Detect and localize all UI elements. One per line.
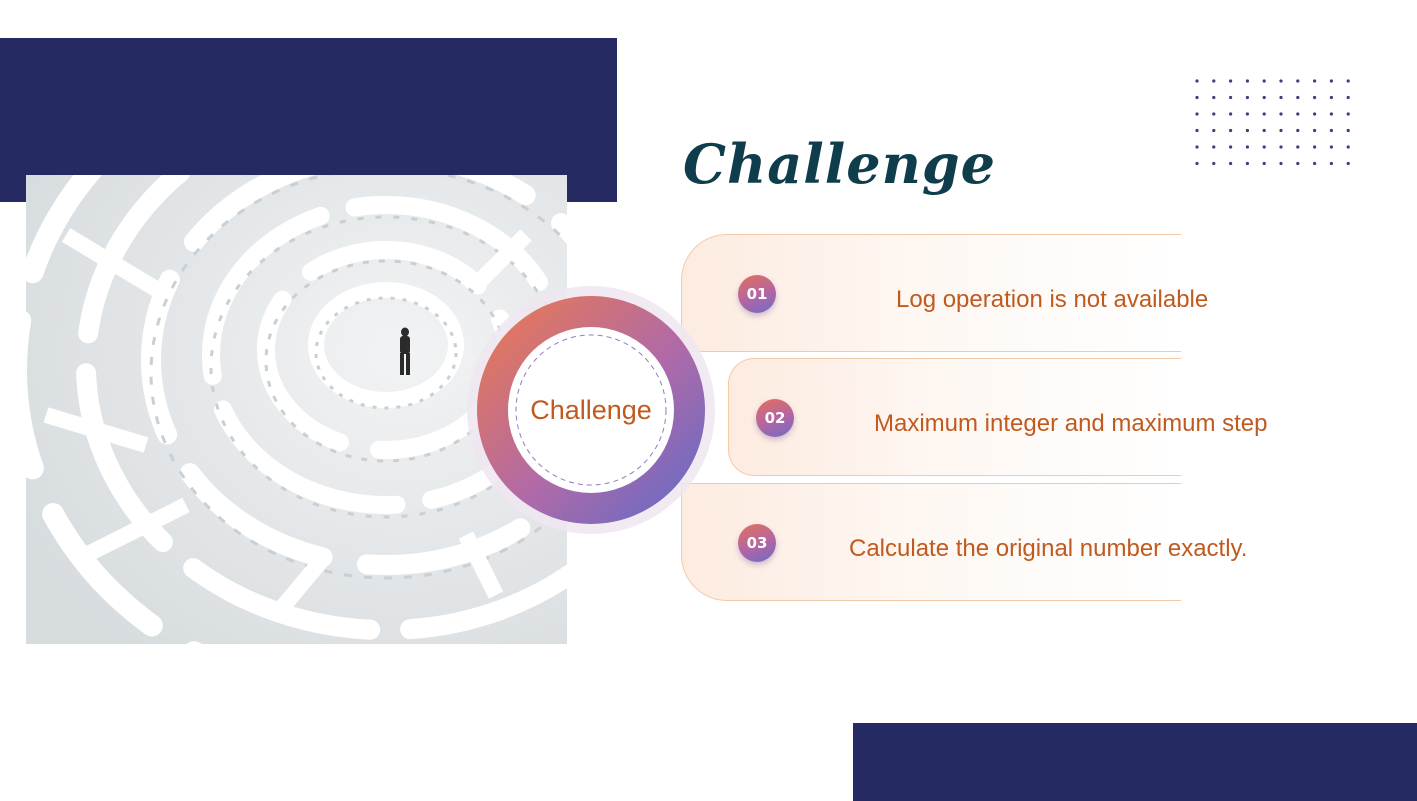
decorative-dot bbox=[1346, 128, 1350, 133]
decorative-dot bbox=[1279, 79, 1283, 83]
decorative-dot bbox=[1229, 95, 1233, 100]
decorative-dot bbox=[1313, 79, 1317, 83]
decorative-dot bbox=[1212, 79, 1216, 83]
decorative-dot bbox=[1329, 128, 1333, 133]
decorative-dot bbox=[1279, 161, 1283, 166]
decorative-dot bbox=[1229, 79, 1233, 83]
decorative-dot bbox=[1229, 128, 1233, 133]
decorative-dot bbox=[1195, 145, 1199, 149]
decorative-dot bbox=[1195, 112, 1199, 116]
challenge-text-2: Maximum integer and maximum step bbox=[874, 410, 1268, 437]
decorative-dot bbox=[1262, 145, 1266, 149]
decorative-dot bbox=[1195, 161, 1199, 166]
decorative-dot bbox=[1195, 79, 1199, 83]
dot-grid-decoration bbox=[1195, 79, 1350, 166]
decorative-dot bbox=[1279, 95, 1283, 100]
ring-center-label: Challenge bbox=[530, 394, 652, 425]
decorative-dot bbox=[1212, 128, 1216, 133]
decorative-dot bbox=[1229, 161, 1233, 166]
decorative-dot bbox=[1212, 95, 1216, 100]
navy-banner-bottom bbox=[853, 723, 1417, 801]
decorative-dot bbox=[1329, 161, 1333, 166]
number-badge-03: 03 bbox=[738, 524, 776, 562]
decorative-dot bbox=[1195, 128, 1199, 133]
decorative-dot bbox=[1346, 145, 1350, 149]
decorative-dot bbox=[1245, 112, 1249, 116]
decorative-dot bbox=[1245, 95, 1249, 100]
decorative-dot bbox=[1313, 112, 1317, 116]
decorative-dot bbox=[1262, 128, 1266, 133]
decorative-dot bbox=[1262, 95, 1266, 100]
decorative-dot bbox=[1313, 145, 1317, 149]
decorative-dot bbox=[1313, 161, 1317, 166]
decorative-dot bbox=[1329, 145, 1333, 149]
decorative-dot bbox=[1296, 145, 1300, 149]
slide-title: Challenge bbox=[683, 132, 996, 196]
challenge-text-3: Calculate the original number exactly. bbox=[849, 535, 1248, 562]
decorative-dot bbox=[1245, 145, 1249, 149]
decorative-dot bbox=[1296, 112, 1300, 116]
decorative-dot bbox=[1279, 128, 1283, 133]
challenge-ring: Challenge bbox=[466, 285, 716, 535]
decorative-dot bbox=[1329, 79, 1333, 83]
decorative-dot bbox=[1346, 161, 1350, 166]
decorative-dot bbox=[1229, 112, 1233, 116]
decorative-dot bbox=[1313, 128, 1317, 133]
decorative-dot bbox=[1245, 128, 1249, 133]
number-badge-01: 01 bbox=[738, 275, 776, 313]
decorative-dot bbox=[1262, 161, 1266, 166]
decorative-dot bbox=[1245, 161, 1249, 166]
decorative-dot bbox=[1245, 79, 1249, 83]
decorative-dot bbox=[1262, 79, 1266, 83]
decorative-dot bbox=[1195, 95, 1199, 100]
decorative-dot bbox=[1212, 161, 1216, 166]
decorative-dot bbox=[1346, 79, 1350, 83]
decorative-dot bbox=[1262, 112, 1266, 116]
decorative-dot bbox=[1212, 145, 1216, 149]
decorative-dot bbox=[1329, 112, 1333, 116]
decorative-dot bbox=[1296, 79, 1300, 83]
decorative-dot bbox=[1346, 112, 1350, 116]
decorative-dot bbox=[1296, 95, 1300, 100]
challenge-text-1: Log operation is not available bbox=[896, 286, 1209, 313]
decorative-dot bbox=[1346, 95, 1350, 100]
decorative-dot bbox=[1313, 95, 1317, 100]
decorative-dot bbox=[1279, 145, 1283, 149]
decorative-dot bbox=[1296, 128, 1300, 133]
decorative-dot bbox=[1212, 112, 1216, 116]
decorative-dot bbox=[1329, 95, 1333, 100]
decorative-dot bbox=[1279, 112, 1283, 116]
decorative-dot bbox=[1296, 161, 1300, 166]
number-badge-02: 02 bbox=[756, 399, 794, 437]
decorative-dot bbox=[1229, 145, 1233, 149]
